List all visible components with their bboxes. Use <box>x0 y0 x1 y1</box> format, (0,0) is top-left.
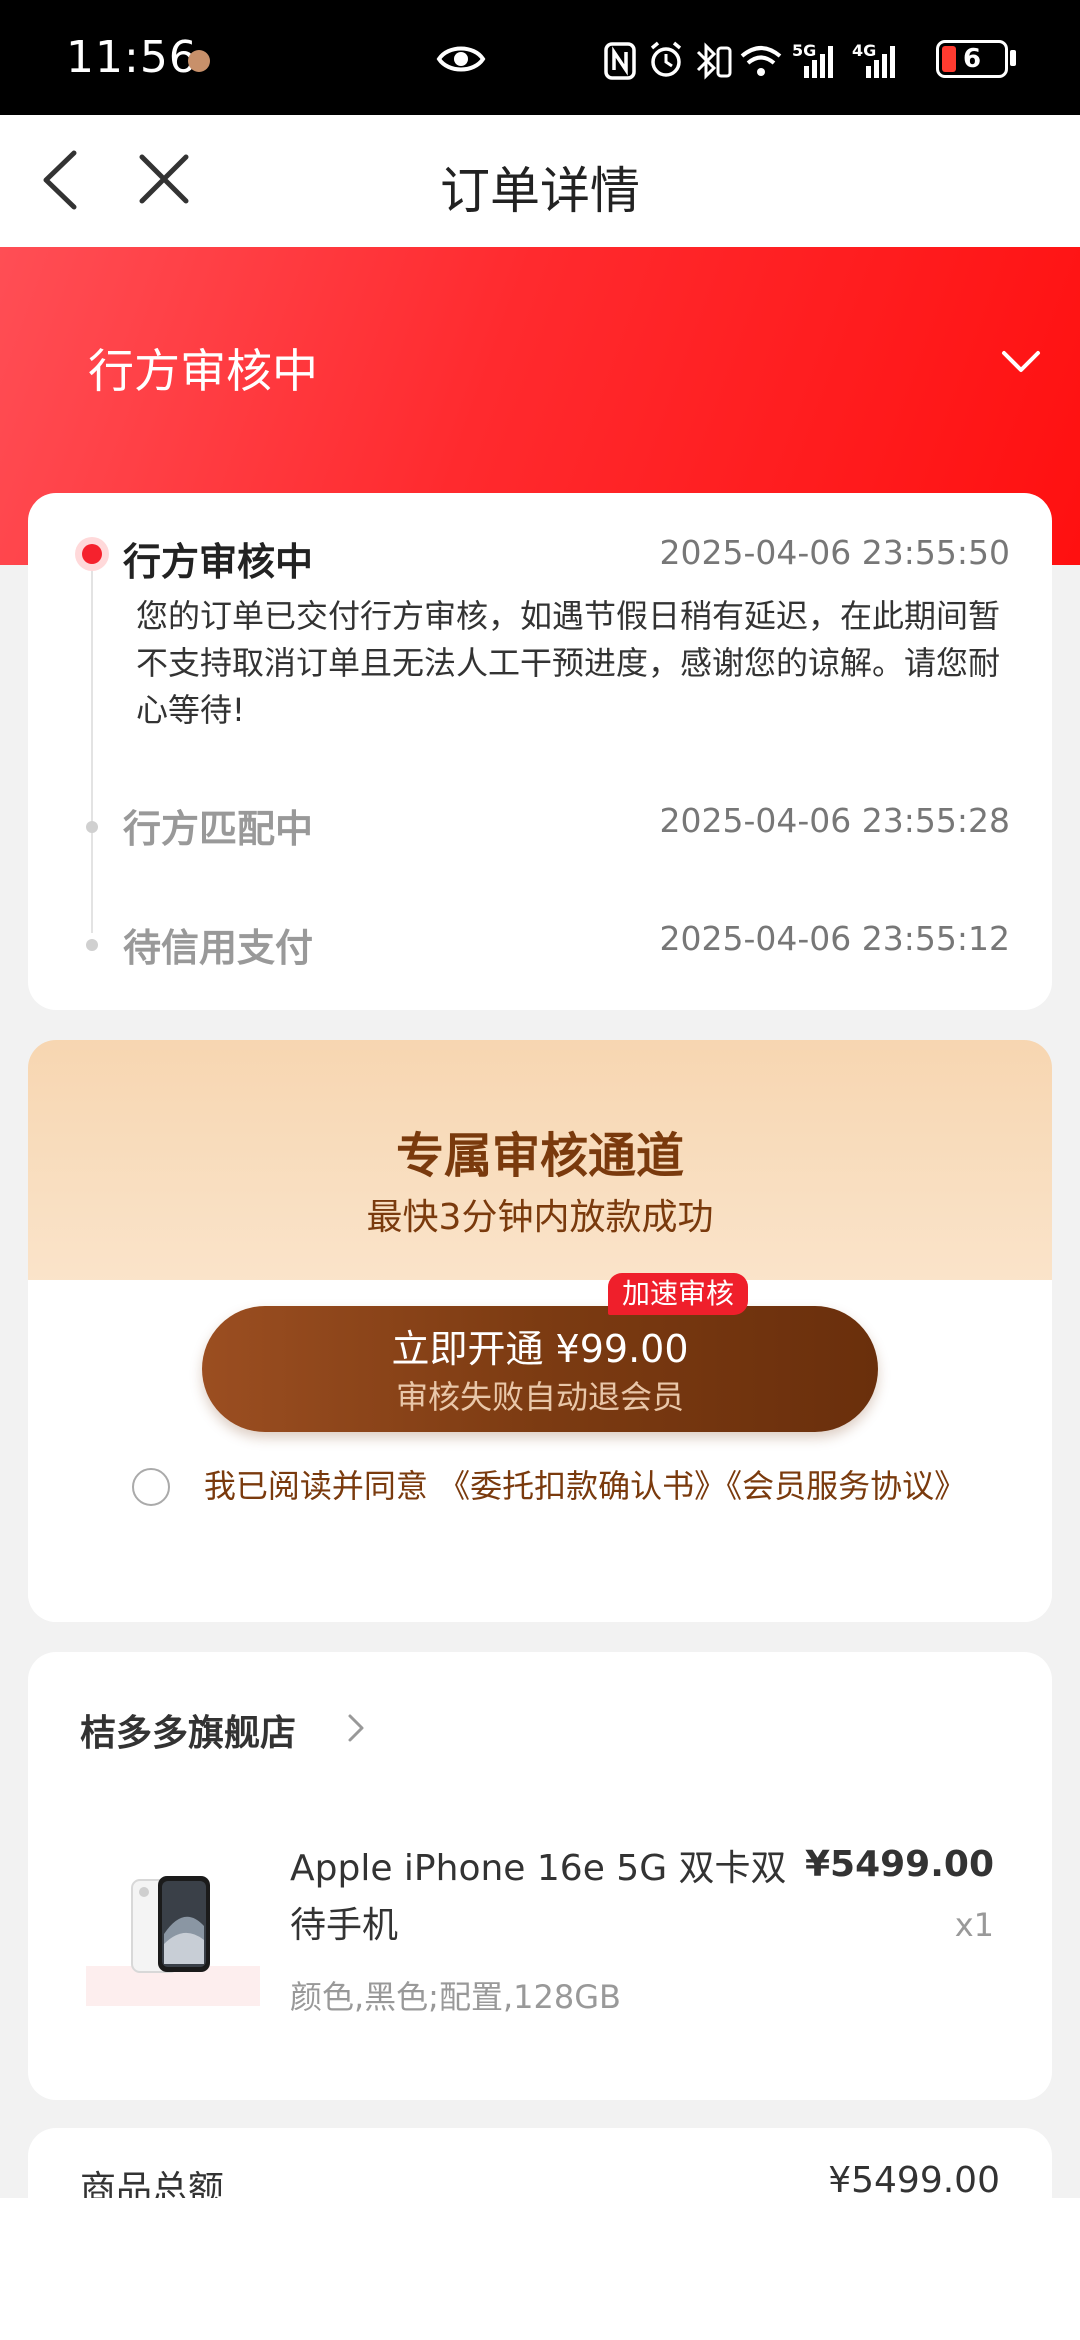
timeline-line <box>91 553 93 933</box>
bluetooth-icon <box>696 42 732 80</box>
open-membership-label: 立即开通 ¥99.00 <box>391 1327 689 1371</box>
store-card: 桔多多旗舰店 Apple iPhone 16e 5G 双卡双待手机 ¥5499.… <box>28 1652 1052 2100</box>
svg-text:5G: 5G <box>792 41 816 60</box>
product-quantity: x1 <box>954 1906 994 1944</box>
wifi-icon <box>740 46 782 76</box>
timeline-dot-active <box>75 537 109 571</box>
nfc-icon <box>604 42 636 80</box>
svg-text:4G: 4G <box>852 41 876 60</box>
open-membership-button[interactable]: 立即开通 ¥99.00 审核失败自动退会员 <box>202 1306 878 1432</box>
product-spec: 颜色,黑色;配置,128GB <box>290 1978 621 2016</box>
system-icons: 5G 4G <box>604 41 895 80</box>
timeline-step-title: 行方审核中 <box>123 540 314 584</box>
chevron-down-icon[interactable] <box>1000 349 1042 375</box>
signal-5g-icon: 5G <box>792 41 833 78</box>
notification-icon <box>188 50 210 72</box>
eye-icon <box>436 46 486 72</box>
nav-bar: 订单详情 <box>0 115 1080 247</box>
chevron-right-icon[interactable] <box>346 1712 366 1744</box>
timeline-step-time: 2025-04-06 23:55:28 <box>659 801 1010 840</box>
product-image[interactable] <box>128 1874 218 1974</box>
banner-status: 行方审核中 <box>88 344 318 398</box>
speed-review-badge: 加速审核 <box>608 1273 749 1315</box>
timeline-step-time: 2025-04-06 23:55:12 <box>659 919 1010 958</box>
agreement-checkbox[interactable] <box>132 1468 170 1506</box>
battery-icon: 6 <box>936 40 1008 78</box>
product-price: ¥5499.00 <box>804 1844 994 1885</box>
signal-4g-icon: 4G <box>852 41 895 78</box>
timeline-step-time: 2025-04-06 23:55:50 <box>659 533 1010 572</box>
timeline-step-desc: 您的订单已交付行方审核，如遇节假日稍有延迟，在此期间暂不支持取消订单且无法人工干… <box>136 597 1001 729</box>
store-name[interactable]: 桔多多旗舰店 <box>80 1704 296 1756</box>
agreement-text[interactable]: 我已阅读并同意 《委托扣款确认书》《会员服务协议》 <box>180 1462 990 1510</box>
timeline-step-title: 待信用支付 <box>123 926 314 970</box>
battery-level: 6 <box>962 44 982 74</box>
page-title: 订单详情 <box>440 162 640 220</box>
open-membership-sublabel: 审核失败自动退会员 <box>395 1378 684 1416</box>
goods-total-value: ¥5499.00 <box>828 2160 1000 2201</box>
timeline-dot <box>86 939 98 951</box>
timeline-dot <box>86 821 98 833</box>
status-bar: 11:56 5G 4G 6 <box>0 0 1080 115</box>
timeline-step-title: 行方匹配中 <box>123 807 314 851</box>
alarm-icon <box>650 41 682 77</box>
order-timeline: 行方审核中 2025-04-06 23:55:50 您的订单已交付行方审核，如遇… <box>28 493 1052 1010</box>
fast-review-card: 专属审核通道 最快3分钟内放款成功 立即开通 ¥99.00 审核失败自动退会员 … <box>28 1040 1052 1622</box>
fast-review-subtitle: 最快3分钟内放款成功 <box>366 1197 714 1238</box>
fast-review-title: 专属审核通道 <box>395 1128 684 1184</box>
bottom-area <box>0 2198 1080 2340</box>
product-name[interactable]: Apple iPhone 16e 5G 双卡双待手机 <box>290 1840 810 1954</box>
status-time: 11:56 <box>66 32 198 83</box>
